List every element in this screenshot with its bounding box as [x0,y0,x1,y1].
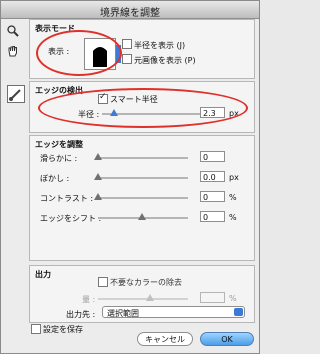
adjust-edge-title: エッジを調整 [35,140,83,149]
contrast-slider[interactable] [98,197,188,199]
remember-settings-label: 設定を保存 [43,325,83,334]
contrast-unit: % [229,193,237,202]
chevron-down-icon [234,308,243,316]
remember-settings-checkbox[interactable] [31,324,41,334]
show-radius-label: 半径を表示 (J) [134,41,186,50]
view-mode-section: 表示モード 表示 : 半径を表示 (J) 元画像を表示 (P) [29,19,255,79]
smooth-value-field[interactable]: 0 [200,151,225,162]
smooth-slider-thumb[interactable] [94,153,102,160]
amount-value-field[interactable] [200,292,225,303]
output-section: 出力 不要なカラーの除去 量 : % 出力先 : 選択範囲 [29,265,255,323]
shift-edge-value-field[interactable]: 0 [200,211,225,222]
zoom-icon[interactable] [5,23,21,39]
decontaminate-checkbox[interactable] [98,277,108,287]
smooth-slider[interactable] [98,157,188,159]
highlight-ellipse [36,30,122,76]
title-bar[interactable]: 境界線を調整 [1,1,259,19]
output-to-select[interactable]: 選択範囲 [102,306,245,318]
cancel-button[interactable]: キャンセル [137,332,193,346]
amount-slider[interactable] [98,298,188,300]
contrast-slider-thumb[interactable] [94,193,102,200]
brush-icon[interactable] [7,85,25,103]
contrast-value-field[interactable]: 0 [200,191,225,202]
output-to-label: 出力先 : [66,310,96,319]
amount-slider-thumb[interactable] [146,294,154,301]
feather-slider[interactable] [98,177,188,179]
feather-unit: px [229,173,239,182]
contrast-label: コントラスト : [40,194,94,203]
hand-icon[interactable] [5,43,21,59]
output-title: 出力 [35,270,51,279]
feather-value-field[interactable]: 0.0 [200,171,225,182]
ok-button[interactable]: OK [200,332,254,346]
show-original-checkbox[interactable] [122,54,132,64]
amount-label: 量 : [82,295,96,304]
highlight-ellipse [38,88,248,128]
show-original-label: 元画像を表示 (P) [134,56,196,65]
decontaminate-label: 不要なカラーの除去 [110,278,182,287]
smooth-label: 滑らかに : [40,154,78,163]
refine-edge-dialog: 境界線を調整 表示モード 表示 : 半径を表示 (J) 元画像を表示 (P) エ… [0,0,260,354]
tool-column [5,23,23,63]
show-radius-checkbox[interactable] [122,39,132,49]
adjust-edge-section: エッジを調整 滑らかに : 0 ぼかし : 0.0 px コントラスト : 0 … [29,135,255,261]
output-to-value: 選択範囲 [107,309,139,318]
shift-edge-label: エッジをシフト : [40,214,102,223]
edge-detection-section: エッジの検出 スマート半径 半径 : 2.3 px [29,81,255,133]
amount-unit: % [229,294,237,303]
shift-edge-slider-thumb[interactable] [138,213,146,220]
feather-slider-thumb[interactable] [94,173,102,180]
window-title: 境界線を調整 [100,8,160,19]
shift-edge-unit: % [229,213,237,222]
feather-label: ぼかし : [40,174,70,183]
